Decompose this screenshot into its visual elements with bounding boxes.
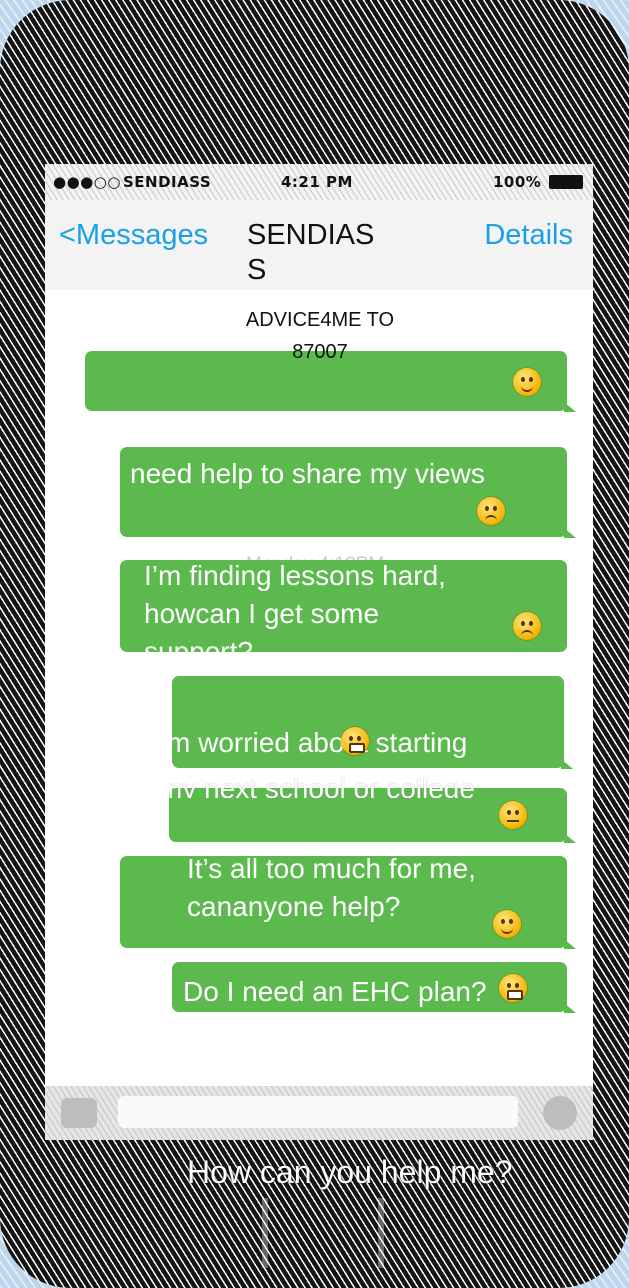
status-time: 4:21 PM [281, 173, 353, 191]
message-text-line: my next school or college [169, 773, 475, 798]
contact-line: ADVICE4ME TO 87007 [245, 309, 395, 363]
caption-text: How can you help me? [187, 1154, 513, 1190]
sad-face-icon [513, 612, 541, 640]
nav-bar: <Messages SENDIASS Details [45, 200, 593, 290]
phone-frame: ●●●○○ SENDIASS 4:21 PM 100% <Messages SE… [0, 0, 629, 1288]
message-text-line: support? [144, 636, 253, 652]
back-messages-link[interactable]: <Messages [59, 218, 209, 253]
neutral-face-icon [499, 801, 527, 829]
message-text: need help to share my views [130, 458, 485, 489]
message-text-line: It’s all too much for me, [187, 853, 476, 884]
message-text-line: I’m finding lessons hard, [144, 560, 446, 591]
signal-icon: ●●●○○ [53, 173, 121, 191]
message-text: Do I need an EHC plan? [183, 976, 487, 1007]
message-text-line: cananyone help? [187, 891, 401, 922]
microphone-icon[interactable] [543, 1096, 577, 1130]
compose-bar [45, 1086, 593, 1140]
battery-percent: 100% [493, 173, 542, 191]
worried-face-icon [477, 497, 505, 525]
message-bubble[interactable]: It’s all too much for me, cananyone help… [120, 853, 576, 949]
grimacing-face-icon [499, 974, 527, 1002]
home-button[interactable] [262, 1198, 384, 1268]
message-text-line: howcan I get some [144, 598, 380, 629]
message-bubble[interactable]: I’m finding lessons hard, howcan I get s… [120, 560, 567, 652]
message-text-line: I’m worried about starting [169, 727, 468, 758]
details-link[interactable]: Details [484, 218, 573, 253]
carrier-name: SENDIASS [123, 173, 212, 191]
phone-screen: ●●●○○ SENDIASS 4:21 PM 100% <Messages SE… [45, 164, 593, 1140]
message-bubble[interactable]: need help to share my views [120, 447, 576, 538]
status-bar: ●●●○○ SENDIASS 4:21 PM 100% [45, 164, 593, 200]
message-bubble[interactable]: Do I need an EHC plan? [172, 962, 576, 1013]
camera-icon[interactable] [61, 1098, 97, 1128]
battery-icon [549, 175, 583, 189]
message-input[interactable] [118, 1096, 518, 1128]
flushed-face-icon [493, 910, 521, 938]
message-text-clip: my next school or college [169, 768, 567, 798]
grimacing-face-icon [341, 727, 369, 755]
conversation-title: SENDIASS [247, 219, 375, 286]
smiling-face-icon [513, 368, 541, 396]
